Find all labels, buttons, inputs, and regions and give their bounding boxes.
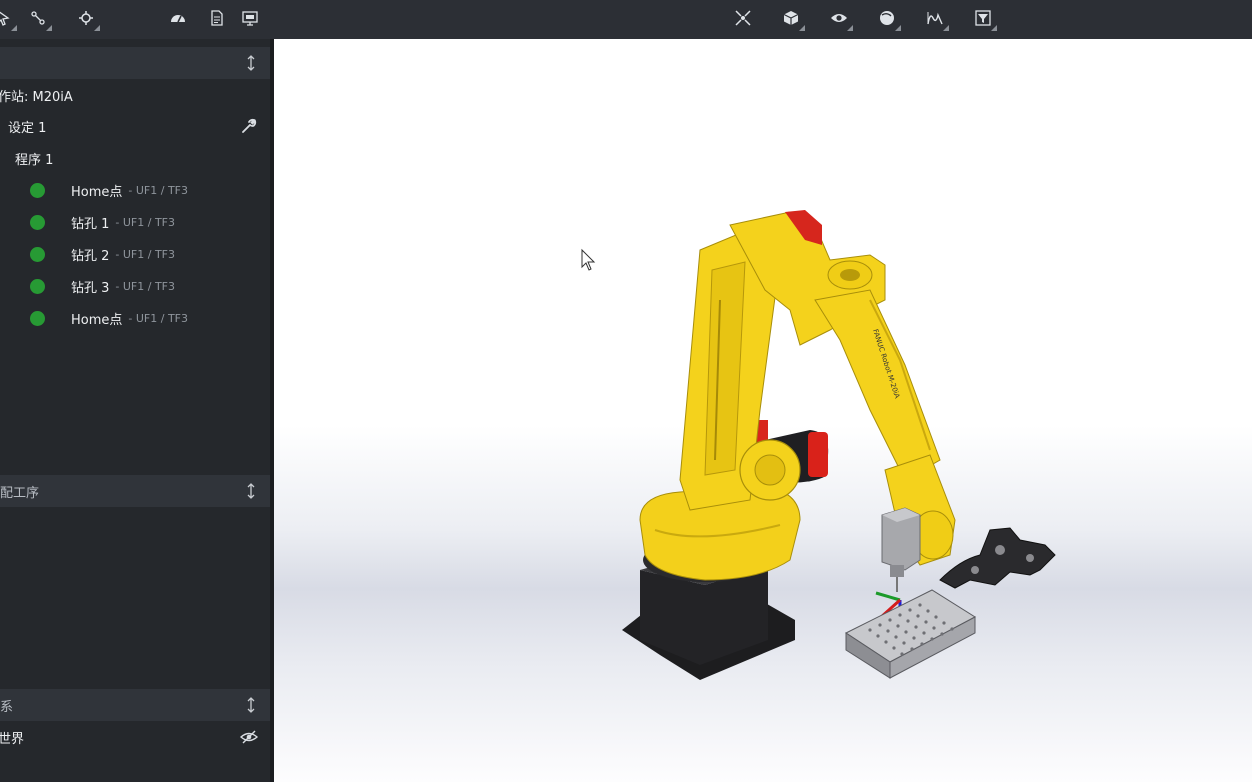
project-tree-panel: 作站: M20iA 设定 1 程序 1 Home点 - UF1 / TF3 钻孔…	[0, 39, 270, 782]
target-row[interactable]: 钻孔 1 - UF1 / TF3	[0, 206, 270, 238]
hide-eye-icon[interactable]	[240, 728, 258, 746]
target-status-dot	[30, 310, 45, 326]
robot-tool-spindle[interactable]	[881, 507, 921, 592]
document-icon	[211, 10, 223, 26]
fit-view-icon	[735, 10, 751, 26]
target-status-dot	[30, 278, 45, 294]
gauge-icon	[171, 15, 185, 23]
filter-icon	[975, 10, 991, 26]
target-status-dot	[30, 246, 45, 262]
visibility-button[interactable]	[824, 5, 854, 31]
world-frame-label: 世界	[0, 731, 25, 747]
main-toolbar	[0, 0, 1252, 39]
mouse-cursor-icon	[581, 248, 596, 271]
speed-button[interactable]	[163, 5, 193, 31]
target-frame: - UF1 / TF3	[115, 279, 175, 293]
fit-view-button[interactable]	[728, 5, 758, 31]
target-frame: - UF1 / TF3	[115, 247, 175, 261]
frame-item-world[interactable]: 世界	[0, 721, 270, 753]
filter-button[interactable]	[968, 5, 998, 31]
tree-section-header	[0, 47, 270, 79]
scene-svg: FANUC Robot M-20iA	[581, 210, 1056, 680]
target-name: 钻孔 2	[71, 248, 110, 264]
target-name: Home点	[71, 184, 123, 200]
assembly-section-header[interactable]: 配工序	[0, 475, 270, 507]
report-button[interactable]	[202, 5, 232, 31]
target-status-dot	[30, 214, 45, 230]
path-icon	[31, 11, 45, 25]
grip-handle-icon[interactable]	[246, 55, 256, 71]
assembly-section-title: 配工序	[0, 485, 40, 501]
3d-viewport[interactable]: FANUC Robot M-20iA	[274, 39, 1252, 782]
program-label: 程序 1	[15, 152, 54, 168]
visibility-eye-icon	[831, 14, 847, 22]
target-name: 钻孔 3	[71, 280, 110, 296]
pointer-tool-button[interactable]	[0, 5, 18, 31]
robot-tool-button[interactable]	[71, 5, 101, 31]
target-frame: - UF1 / TF3	[128, 183, 188, 197]
target-row[interactable]: 钻孔 2 - UF1 / TF3	[0, 238, 270, 270]
target-row[interactable]: 钻孔 3 - UF1 / TF3	[0, 270, 270, 302]
cube-view-icon	[783, 11, 799, 25]
path-curve-icon	[927, 12, 943, 25]
monitor-icon	[242, 11, 258, 26]
render-mode-button[interactable]	[872, 5, 902, 31]
target-status-dot	[30, 182, 45, 198]
tree-item-program[interactable]: 程序 1	[0, 142, 270, 174]
frames-section-title: 系	[0, 699, 14, 715]
display-button[interactable]	[235, 5, 265, 31]
path-tool-button[interactable]	[23, 5, 53, 31]
target-row[interactable]: Home点 - UF1 / TF3	[0, 302, 270, 334]
target-frame: - UF1 / TF3	[115, 215, 175, 229]
robot-icon	[79, 11, 93, 25]
target-name: 钻孔 1	[71, 216, 110, 232]
grip-handle-icon[interactable]	[246, 697, 256, 713]
target-row[interactable]: Home点 - UF1 / TF3	[0, 174, 270, 206]
target-name: Home点	[71, 312, 123, 328]
path-display-button[interactable]	[920, 5, 950, 31]
drill-workpiece[interactable]	[845, 589, 976, 679]
render-sphere-icon	[880, 11, 894, 25]
bracket-part[interactable]	[939, 527, 1056, 589]
tree-item-setup[interactable]: 设定 1	[0, 110, 270, 142]
grip-handle-icon[interactable]	[246, 483, 256, 499]
setup-label: 设定 1	[8, 120, 47, 136]
tree-item-station[interactable]: 作站: M20iA	[0, 79, 270, 111]
wrench-icon[interactable]	[240, 117, 258, 135]
view-cube-button[interactable]	[776, 5, 806, 31]
station-label: 作站: M20iA	[0, 89, 73, 105]
frames-section-header[interactable]: 系	[0, 689, 270, 721]
target-frame: - UF1 / TF3	[128, 311, 188, 325]
robot-upper-arm[interactable]: FANUC Robot M-20iA	[814, 289, 941, 481]
